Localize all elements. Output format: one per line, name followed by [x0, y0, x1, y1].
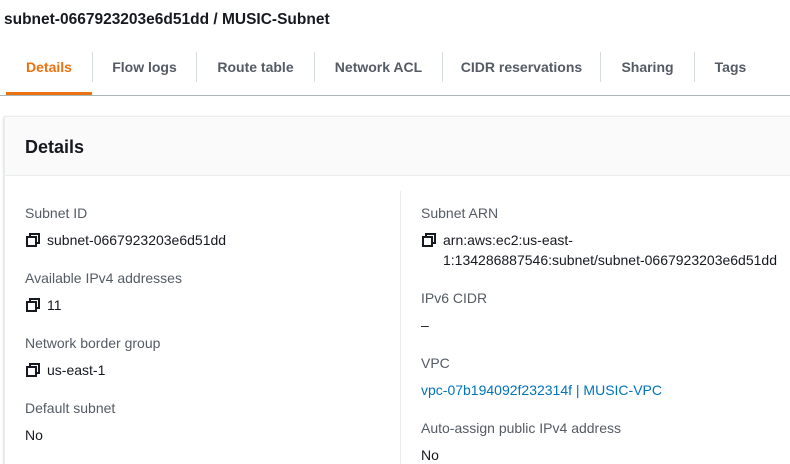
auto-assign-ipv4-field: Auto-assign public IPv4 address No [421, 420, 621, 464]
tab-bar: Details Flow logs Route table Network AC… [0, 40, 790, 96]
vpc-value: vpc-07b194092f232314f | MUSIC-VPC [421, 380, 662, 400]
tab-sharing[interactable]: Sharing [601, 40, 694, 93]
subnet-arn-text: arn:aws:ec2:us-east- 1:134286887546:subn… [443, 232, 777, 268]
default-subnet-field: Default subnet No [25, 400, 115, 445]
ipv6-cidr-field: IPv6 CIDR – [421, 290, 487, 335]
subnet-id-field: Subnet ID subnet-0667923203e6d51dd [25, 205, 226, 250]
panel-title: Details [25, 137, 85, 157]
network-border-group-label: Network border group [25, 335, 161, 351]
available-ipv4-label: Available IPv4 addresses [25, 270, 182, 286]
tab-flow-logs[interactable]: Flow logs [93, 40, 196, 93]
subnet-id-value: subnet-0667923203e6d51dd [25, 230, 226, 250]
default-subnet-label: Default subnet [25, 400, 116, 416]
subnet-arn-value: arn:aws:ec2:us-east- 1:134286887546:subn… [421, 230, 777, 270]
ipv6-cidr-label: IPv6 CIDR [421, 290, 488, 306]
vpc-label: VPC [421, 355, 450, 371]
tab-bar-divider [0, 95, 790, 96]
copy-icon[interactable] [422, 233, 436, 247]
copy-icon[interactable] [26, 233, 40, 247]
auto-assign-ipv4-label: Auto-assign public IPv4 address [421, 420, 621, 436]
page-title: subnet-0667923203e6d51dd / MUSIC-Subnet [4, 11, 330, 28]
subnet-details-page: subnet-0667923203e6d51dd / MUSIC-Subnet … [0, 0, 790, 464]
tab-cidr-reservations[interactable]: CIDR reservations [443, 40, 600, 93]
copy-icon[interactable] [26, 298, 40, 312]
available-ipv4-text: 11 [47, 297, 62, 313]
network-border-group-text: us-east-1 [47, 362, 106, 378]
panel-header: Details [5, 117, 790, 176]
subnet-id-label: Subnet ID [25, 205, 88, 221]
subnet-id-text: subnet-0667923203e6d51dd [47, 232, 227, 248]
column-divider [400, 191, 401, 464]
copy-icon[interactable] [26, 363, 40, 377]
available-ipv4-field: Available IPv4 addresses 11 [25, 270, 182, 315]
details-panel: Details Subnet ID subnet-0667923203e6d51… [4, 116, 790, 464]
tab-network-acl[interactable]: Network ACL [315, 40, 442, 93]
network-border-group-value: us-east-1 [25, 360, 160, 380]
subnet-arn-label: Subnet ARN [421, 205, 499, 221]
vpc-link[interactable]: vpc-07b194092f232314f | MUSIC-VPC [421, 380, 662, 400]
available-ipv4-value: 11 [25, 295, 182, 315]
subnet-arn-field: Subnet ARN arn:aws:ec2:us-east- 1:134286… [421, 205, 777, 270]
auto-assign-ipv4-value: No [421, 447, 439, 463]
vpc-field: VPC vpc-07b194092f232314f | MUSIC-VPC [421, 355, 662, 400]
default-subnet-value: No [25, 427, 43, 443]
tab-details[interactable]: Details [6, 40, 92, 93]
ipv6-cidr-value: – [421, 317, 429, 333]
network-border-group-field: Network border group us-east-1 [25, 335, 160, 380]
tab-tags[interactable]: Tags [695, 40, 766, 93]
tab-route-table[interactable]: Route table [197, 40, 314, 93]
